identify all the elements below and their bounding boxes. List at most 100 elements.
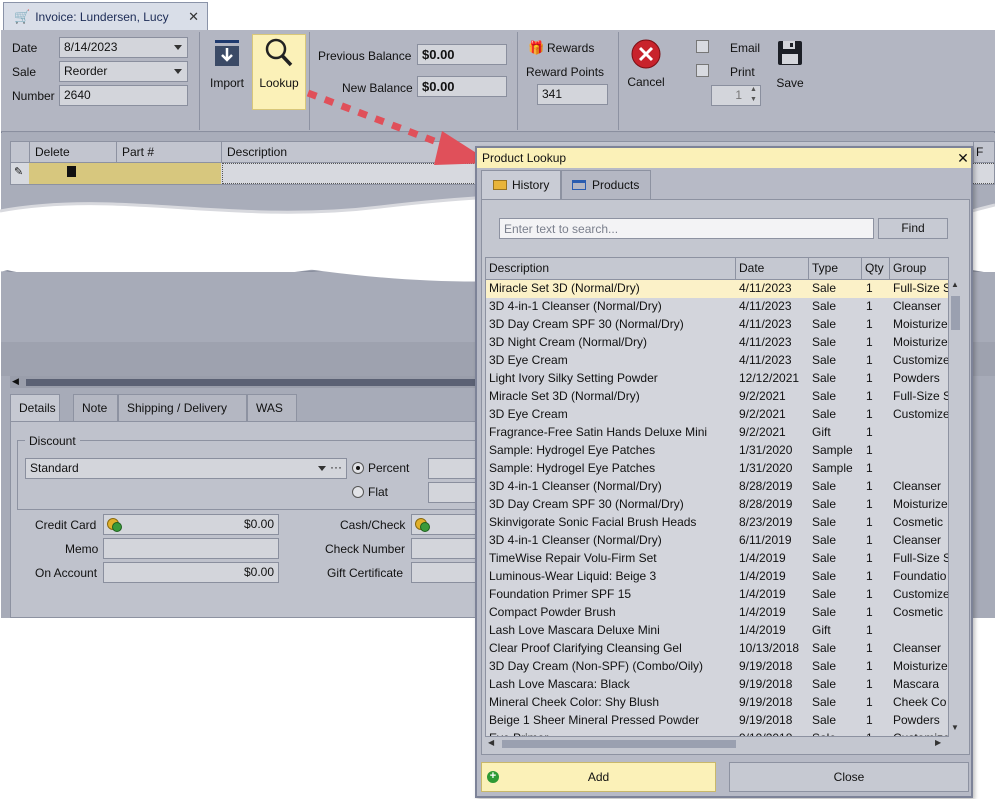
stepper-down-icon[interactable]: ▼ [750,96,757,103]
credit-card-field[interactable]: $0.00 [103,514,279,535]
memo-field[interactable] [103,538,279,559]
date-picker[interactable]: 8/14/2023 [59,37,188,58]
column-header-description[interactable]: Description [486,258,736,280]
part-number-cell[interactable] [117,163,221,184]
list-item[interactable]: 3D 4-in-1 Cleanser (Normal/Dry) 8/28/2019… [486,478,948,496]
list-item[interactable]: 3D Day Cream SPF 30 (Normal/Dry) 4/11/202… [486,316,948,334]
tab-shipping-delivery[interactable]: Shipping / Delivery [118,394,247,422]
cancel-button[interactable]: Cancel [624,36,668,108]
list-item[interactable]: Foundation Primer SPF 15 1/4/2019 Sale 1 Cus… [486,586,948,604]
scroll-up-icon[interactable]: ▲ [951,280,959,289]
lookup-button[interactable]: Lookup [252,34,306,110]
flat-field[interactable] [428,482,480,503]
list-item[interactable]: Sample: Hydrogel Eye Patches 1/31/2020 Sam… [486,442,948,460]
percent-radio[interactable] [352,462,364,474]
list-item[interactable]: Lash Love Mascara: Black 9/19/2018 Sale 1 Ma… [486,676,948,694]
list-item[interactable]: Miracle Set 3D (Normal/Dry) 9/2/2021 Sale 1… [486,388,948,406]
list-item[interactable]: TimeWise Repair Volu-Firm Set 1/4/2019 Sal… [486,550,948,568]
print-checkbox[interactable] [696,64,709,77]
scroll-down-icon[interactable]: ▼ [951,723,959,732]
search-input[interactable]: Enter text to search... [499,218,874,239]
column-header-qty[interactable]: Qty [862,258,890,280]
scroll-left-icon[interactable]: ◀ [12,376,19,387]
list-item[interactable]: Beige 1 Sheer Mineral Pressed Powder 9/19… [486,712,948,730]
list-item[interactable]: Lash Love Mascara Deluxe Mini 1/4/2019 Gif… [486,622,948,640]
column-header-delete[interactable]: Delete [29,142,117,162]
list-item[interactable]: Eye Primer 9/19/2018Sale 1Customize [486,730,948,736]
email-checkbox[interactable] [696,40,709,53]
discount-select[interactable]: Standard ··· [25,458,347,479]
cell-description: 3D Night Cream (Normal/Dry) [489,335,648,349]
close-tab-icon[interactable]: ✕ [188,9,199,25]
list-item[interactable]: 3D Day Cream SPF 30 (Normal/Dry) 8/28/201… [486,496,948,514]
scroll-right-icon[interactable]: ▶ [935,738,941,747]
document-tab-title: Invoice: Lundersen, Lucy [35,9,169,24]
gift-certificate-field[interactable] [411,562,480,583]
close-button[interactable]: Close [729,762,969,792]
tab-history[interactable]: History [481,170,561,200]
rewards-label[interactable]: Rewards [547,41,594,55]
number-label: Number [12,89,55,103]
memo-label: Memo [65,542,99,556]
list-item[interactable]: 3D Eye Cream 9/2/2021 Sale 1 Customize [486,406,948,424]
add-button[interactable]: + Add [481,762,716,792]
list-item[interactable]: Skinvigorate Sonic Facial Brush Heads 8/2… [486,514,948,532]
scroll-left-icon[interactable]: ◀ [488,738,494,747]
list-item[interactable]: Sample: Hydrogel Eye Patches 1/31/2020 Sam… [486,460,948,478]
list-horizontal-thumb[interactable] [502,740,736,748]
tab-note[interactable]: Note [73,394,118,422]
payment-coin-icon [107,518,122,532]
list-item[interactable]: Clear Proof Clarifying Cleansing Gel 10/1… [486,640,948,658]
cell-qty: 1 [866,299,873,313]
cell-type: Sample [812,443,853,457]
on-account-field[interactable]: $0.00 [103,562,279,583]
list-item[interactable]: 3D Day Cream (Non-SPF) (Combo/Oily) 9/19/… [486,658,948,676]
import-button[interactable]: Import [206,36,248,108]
cell-date: 9/19/2018 [739,677,793,691]
cell-description: Sample: Hydrogel Eye Patches [489,443,656,457]
cell-group: Cheek Co [893,695,947,709]
trash-icon[interactable] [67,166,76,177]
column-header-group[interactable]: Group [890,258,948,280]
sale-type-select[interactable]: Reorder [59,61,188,82]
column-header-type[interactable]: Type [809,258,862,280]
list-item[interactable]: 3D 4-in-1 Cleanser (Normal/Dry) 6/11/2019… [486,532,948,550]
stepper-up-icon[interactable]: ▲ [750,86,757,93]
list-item[interactable]: 3D Night Cream (Normal/Dry) 4/11/2023 Sale… [486,334,948,352]
document-tab[interactable]: 🛒 Invoice: Lundersen, Lucy ✕ [3,2,208,30]
list-item[interactable]: Miracle Set 3D (Normal/Dry) 4/11/2023 Sale… [486,280,948,298]
list-vertical-scrollbar[interactable] [949,279,963,737]
more-options-icon[interactable]: ··· [330,460,342,474]
tab-products[interactable]: Products [561,170,651,200]
list-item[interactable]: Light Ivory Silky Setting Powder 12/12/20… [486,370,948,388]
save-button[interactable]: Save [772,36,808,108]
cash-check-field[interactable] [411,514,480,535]
magnifier-icon [265,38,293,67]
history-list: Description Date Type Qty Group Miracle … [485,257,949,737]
list-item[interactable]: Fragrance-Free Satin Hands Deluxe Mini 9/… [486,424,948,442]
column-header-more[interactable]: F [973,142,995,162]
cell-description: Compact Powder Brush [489,605,616,619]
column-header-date[interactable]: Date [736,258,809,280]
grid-scroll-thumb[interactable] [26,379,480,386]
cell-description: Lash Love Mascara: Black [489,677,630,691]
payment-coin-icon [415,518,430,532]
list-item[interactable]: 3D 4-in-1 Cleanser (Normal/Dry) 4/11/2023… [486,298,948,316]
list-vertical-thumb[interactable] [951,296,960,330]
percent-field[interactable] [428,458,480,479]
tab-details[interactable]: Details [10,394,60,422]
delete-cell[interactable] [29,163,117,184]
flat-radio[interactable] [352,486,364,498]
column-header-part[interactable]: Part # [116,142,221,162]
dialog-close-icon[interactable]: ✕ [955,148,971,168]
list-item[interactable]: Luminous-Wear Liquid: Beige 3 1/4/2019 Sal… [486,568,948,586]
tab-was[interactable]: WAS [247,394,297,422]
cell-qty: 1 [866,371,873,385]
check-number-field[interactable] [411,538,480,559]
list-item[interactable]: Compact Powder Brush 1/4/2019 Sale 1 Cosmeti… [486,604,948,622]
list-item[interactable]: 3D Eye Cream 4/11/2023 Sale 1 Customize [486,352,948,370]
list-item[interactable]: Mineral Cheek Color: Shy Blush 9/19/2018 S… [486,694,948,712]
find-button[interactable]: Find [878,218,948,239]
cell-description: Luminous-Wear Liquid: Beige 3 [489,569,657,583]
invoice-number-field[interactable]: 2640 [59,85,188,106]
